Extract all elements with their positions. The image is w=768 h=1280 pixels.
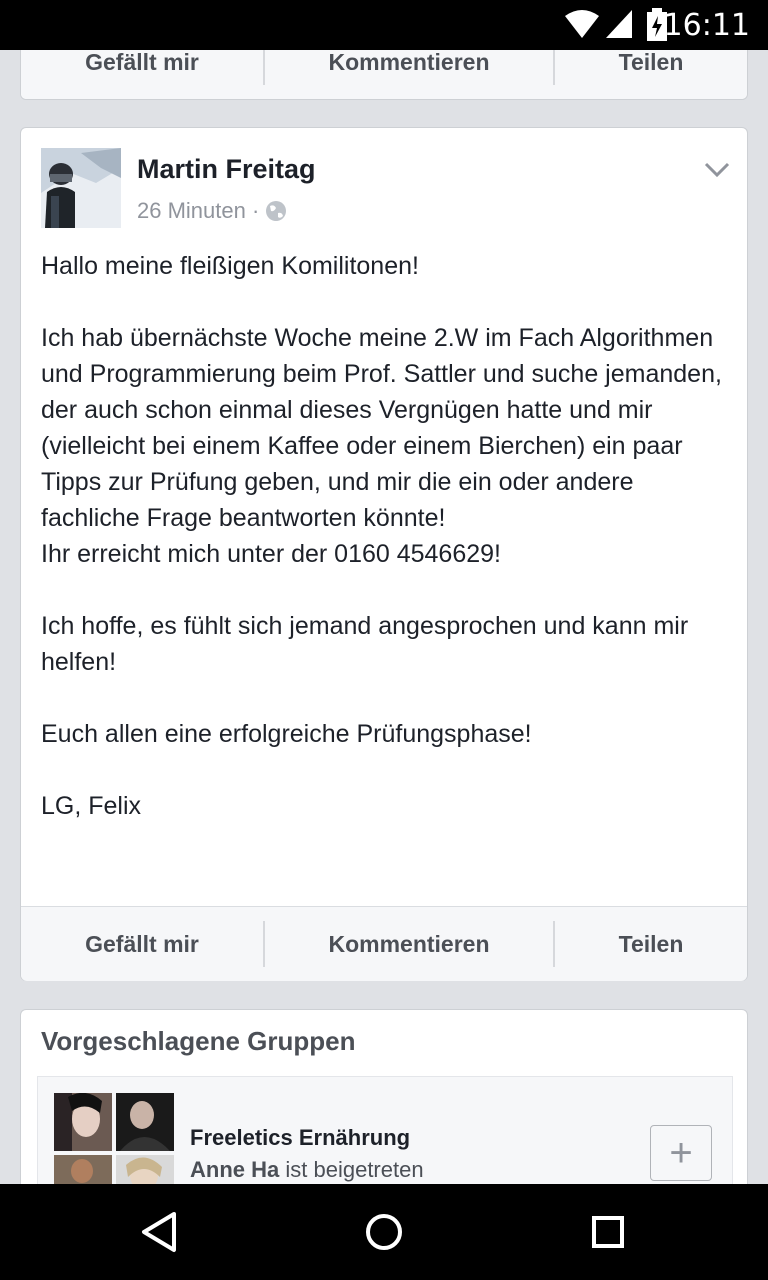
post-timestamp[interactable]: 26 Minuten	[137, 198, 246, 223]
meta-separator: ·	[251, 198, 260, 223]
chevron-down-icon[interactable]	[703, 160, 731, 180]
suggested-groups-title: Vorgeschlagene Gruppen	[41, 1026, 356, 1056]
status-bar: 16:11	[0, 0, 768, 50]
plus-icon: +	[669, 1130, 693, 1175]
post-card: Martin Freitag 26 Minuten · Hallo meine …	[20, 127, 748, 981]
clock-time: 16:11	[663, 8, 750, 43]
like-button[interactable]: Gefällt mir	[21, 907, 263, 981]
back-icon[interactable]	[132, 1204, 188, 1260]
group-member-name[interactable]: Anne Ha	[190, 1157, 279, 1182]
comment-button[interactable]: Kommentieren	[265, 907, 553, 981]
group-activity: Anne Ha ist beigetreten	[190, 1157, 424, 1183]
author-name[interactable]: Martin Freitag	[137, 154, 316, 185]
group-activity-text: ist beigetreten	[285, 1157, 424, 1182]
recents-icon[interactable]	[580, 1204, 636, 1260]
suggested-groups-card: Vorgeschlagene Gruppen Freeletics Ernähr…	[20, 1009, 748, 1218]
join-group-button[interactable]: +	[650, 1125, 712, 1181]
post-actions: Gefällt mir Kommentieren Teilen	[21, 906, 747, 981]
share-button[interactable]: Teilen	[555, 907, 747, 981]
navigation-bar	[0, 1184, 768, 1280]
signal-icon	[606, 10, 632, 38]
post-meta: 26 Minuten ·	[137, 198, 287, 224]
home-icon[interactable]	[356, 1204, 412, 1260]
wifi-icon	[565, 10, 599, 38]
post-body-text: Hallo meine fleißigen Komilitonen! Ich h…	[41, 252, 722, 820]
globe-icon	[266, 201, 287, 221]
author-avatar[interactable]	[41, 148, 121, 228]
group-name[interactable]: Freeletics Ernährung	[190, 1125, 410, 1151]
